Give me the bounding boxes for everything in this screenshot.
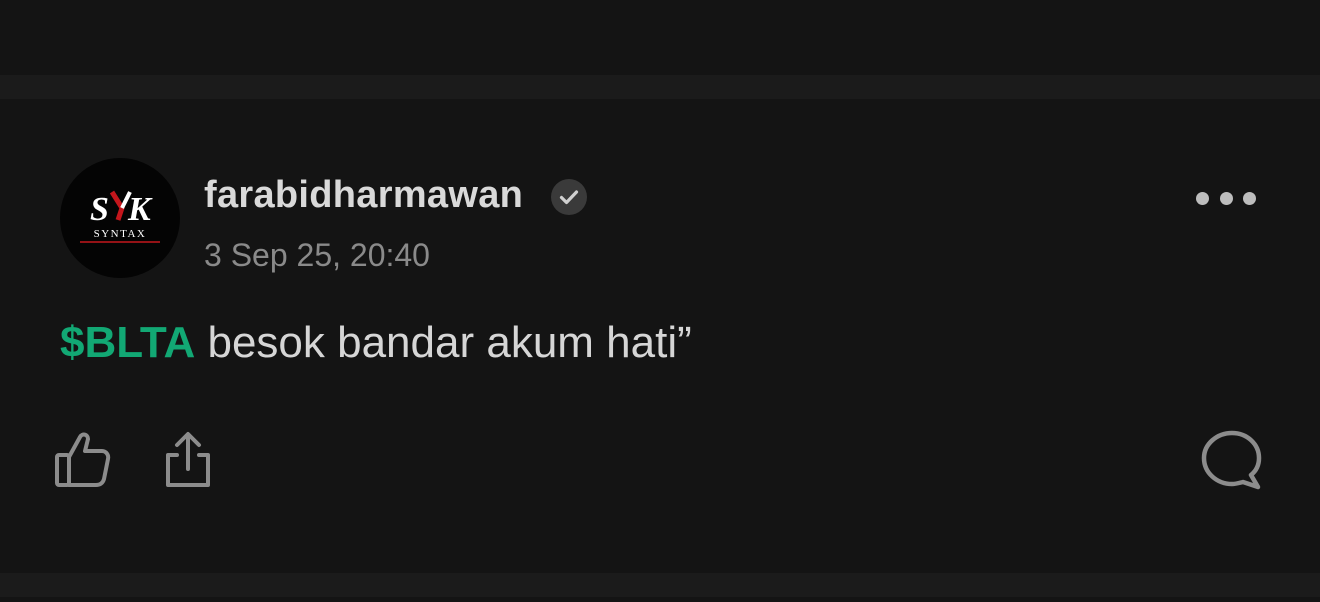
svg-text:SYNTAX: SYNTAX xyxy=(94,228,147,240)
bottom-spacer xyxy=(0,597,1320,602)
svg-text:K: K xyxy=(127,191,153,228)
ticker-link[interactable]: $BLTA xyxy=(60,318,195,367)
top-divider xyxy=(0,75,1320,99)
bottom-divider xyxy=(0,573,1320,597)
more-options-icon xyxy=(1196,191,1209,205)
more-options-icon xyxy=(1219,191,1233,205)
verified-badge-icon xyxy=(551,179,587,215)
more-options-icon xyxy=(1243,191,1256,205)
author-name[interactable]: farabidharmawan xyxy=(204,173,523,217)
post-timestamp: 3 Sep 25, 20:40 xyxy=(204,237,430,273)
comment-button[interactable] xyxy=(1196,427,1266,493)
share-button[interactable] xyxy=(160,429,216,491)
like-button[interactable] xyxy=(52,429,112,491)
avatar[interactable]: S K SYNTAX xyxy=(60,158,180,278)
svg-text:S: S xyxy=(90,191,109,228)
thumbs-up-icon xyxy=(55,432,111,487)
post-body: $BLTA besok bandar akum hati” xyxy=(60,317,692,369)
comment-icon xyxy=(1201,430,1262,490)
avatar-logo: S K SYNTAX xyxy=(80,190,160,243)
post-card: S K SYNTAX farabidharmawan 3 Sep 25, 20:… xyxy=(0,99,1320,573)
more-options-button[interactable] xyxy=(1190,183,1262,213)
share-icon xyxy=(166,432,210,487)
top-spacer xyxy=(0,0,1320,75)
post-text: besok bandar akum hati” xyxy=(195,318,692,367)
